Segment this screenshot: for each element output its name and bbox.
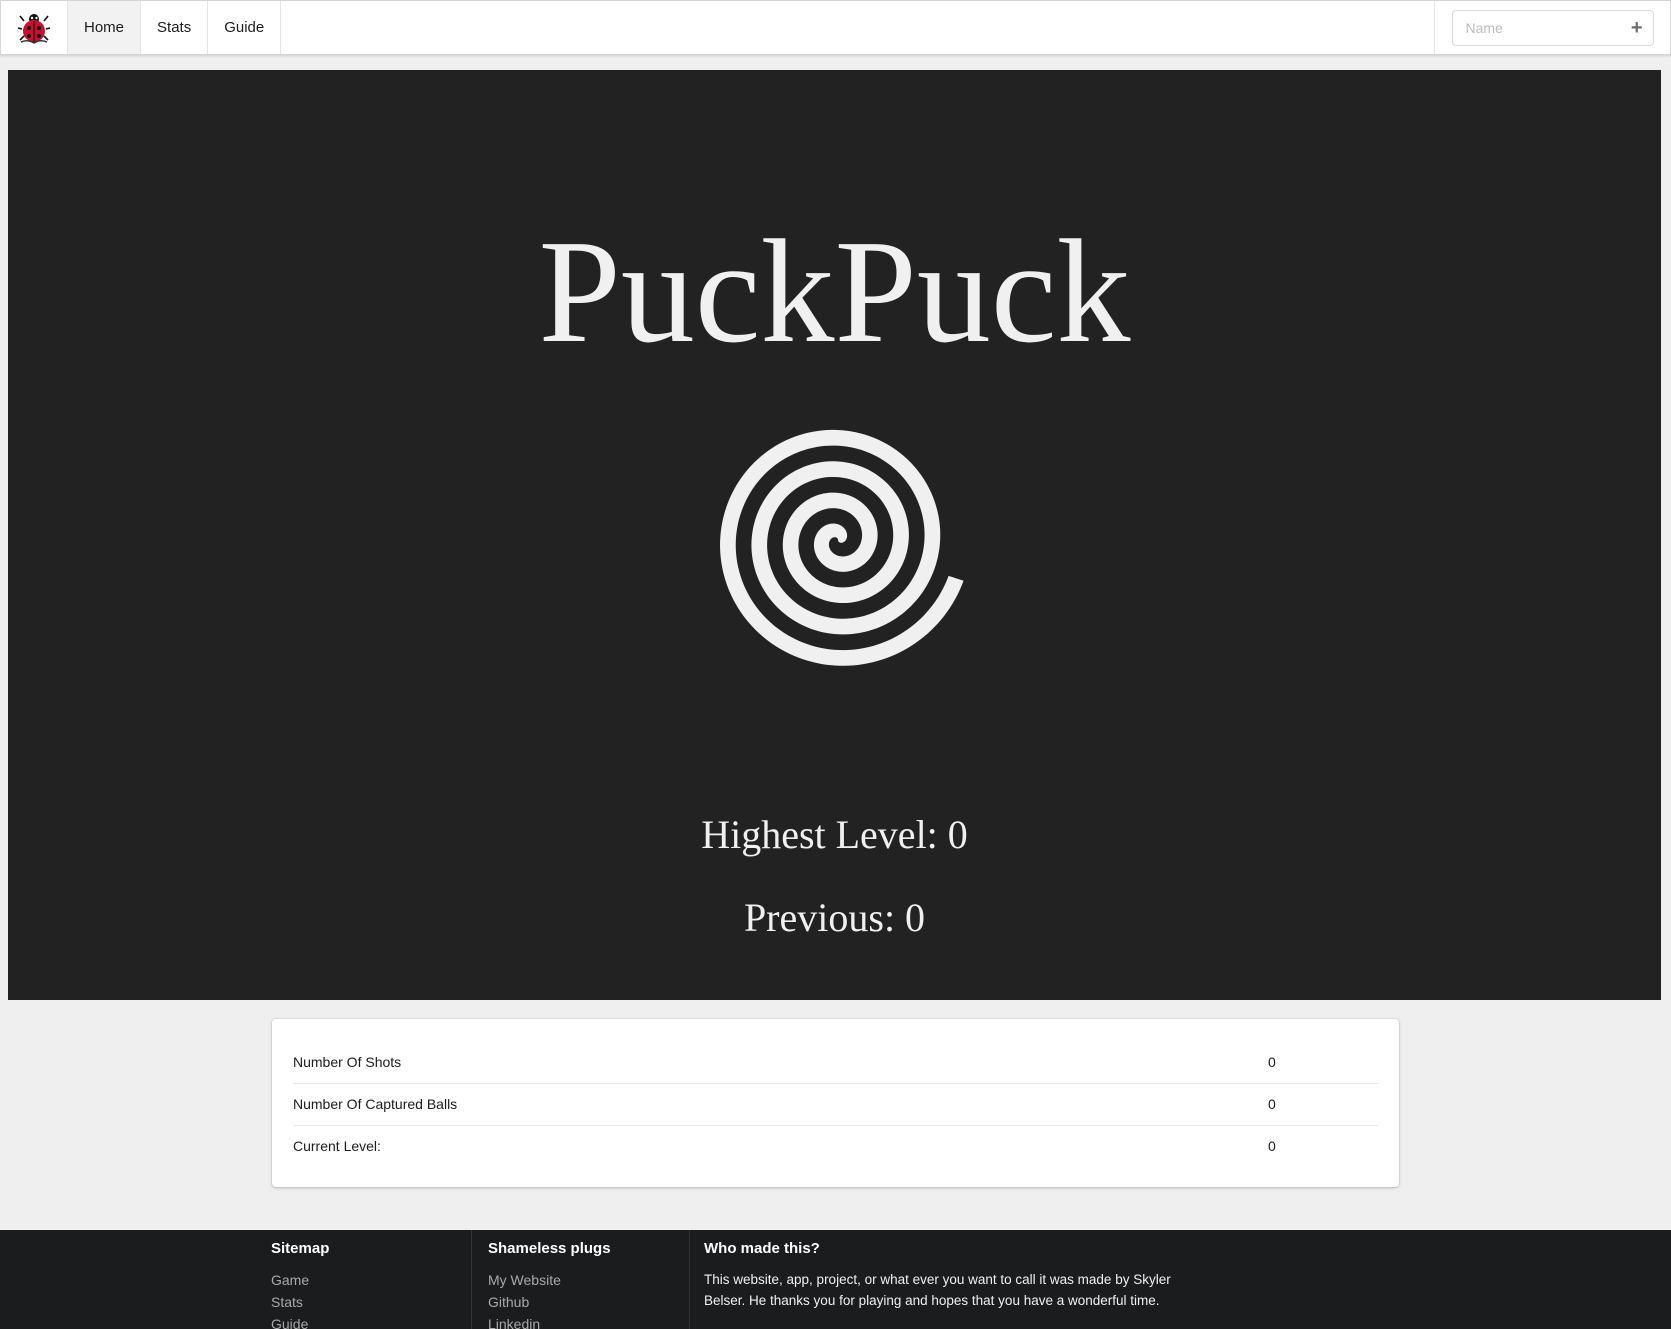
- stats-table: Number Of Shots 0 Number Of Captured Bal…: [293, 1041, 1378, 1167]
- stat-label: Number Of Captured Balls: [293, 1083, 1268, 1126]
- stat-value: 0: [1268, 1041, 1378, 1084]
- footer-sitemap: Sitemap Game Stats Guide: [271, 1230, 472, 1329]
- nav-item-label: Stats: [157, 19, 192, 36]
- nav-item-stats[interactable]: Stats: [141, 1, 209, 54]
- spiral-icon[interactable]: [688, 390, 988, 690]
- top-menu: Home Stats Guide +: [0, 0, 1671, 55]
- nav-item-home[interactable]: Home: [68, 1, 142, 54]
- name-input-wrapper: +: [1451, 9, 1654, 46]
- footer-about: Who made this? This website, app, projec…: [690, 1230, 1210, 1329]
- footer-link-website[interactable]: My Website: [488, 1269, 689, 1291]
- footer-about-text: This website, app, project, or what ever…: [704, 1272, 1171, 1308]
- name-input[interactable]: [1452, 10, 1653, 45]
- ladybug-logo-icon: [18, 13, 50, 44]
- stats-card: Number Of Shots 0 Number Of Captured Bal…: [272, 1019, 1399, 1187]
- table-row: Current Level: 0: [293, 1125, 1378, 1167]
- footer-link-guide[interactable]: Guide: [271, 1313, 471, 1329]
- footer-link-game[interactable]: Game: [271, 1269, 471, 1291]
- nav-item-label: Guide: [224, 19, 265, 36]
- footer-heading: Shameless plugs: [488, 1240, 611, 1257]
- stat-value: 0: [1268, 1138, 1276, 1155]
- footer-plugs: Shameless plugs My Website Github Linked…: [472, 1230, 690, 1329]
- footer-heading: Who made this?: [704, 1240, 820, 1257]
- table-row: Number Of Captured Balls 0: [293, 1083, 1378, 1126]
- previous-score-text: Previous: 0: [743, 895, 926, 940]
- stat-label: Number Of Shots: [293, 1041, 1268, 1084]
- footer: Sitemap Game Stats Guide Shameless plugs…: [0, 1230, 1671, 1329]
- nav-item-label: Home: [84, 19, 125, 36]
- stat-value: 0: [1268, 1083, 1378, 1126]
- footer-link-stats[interactable]: Stats: [271, 1291, 471, 1313]
- logo[interactable]: [1, 1, 68, 54]
- plus-icon[interactable]: +: [1631, 17, 1643, 39]
- footer-link-github[interactable]: Github: [488, 1291, 689, 1313]
- name-entry-item: +: [1434, 1, 1670, 54]
- nav-item-guide[interactable]: Guide: [208, 1, 282, 54]
- table-row: Number Of Shots 0: [293, 1041, 1378, 1084]
- footer-heading: Sitemap: [271, 1240, 330, 1257]
- highest-level-text: Highest Level: 0: [701, 812, 968, 857]
- footer-link-linkedin[interactable]: Linkedin: [488, 1313, 689, 1329]
- game-canvas[interactable]: PuckPuck Highest Level: 0 Previous: 0: [8, 70, 1661, 1000]
- game-title: PuckPuck: [538, 210, 1131, 374]
- stat-label: Current Level:: [293, 1138, 381, 1155]
